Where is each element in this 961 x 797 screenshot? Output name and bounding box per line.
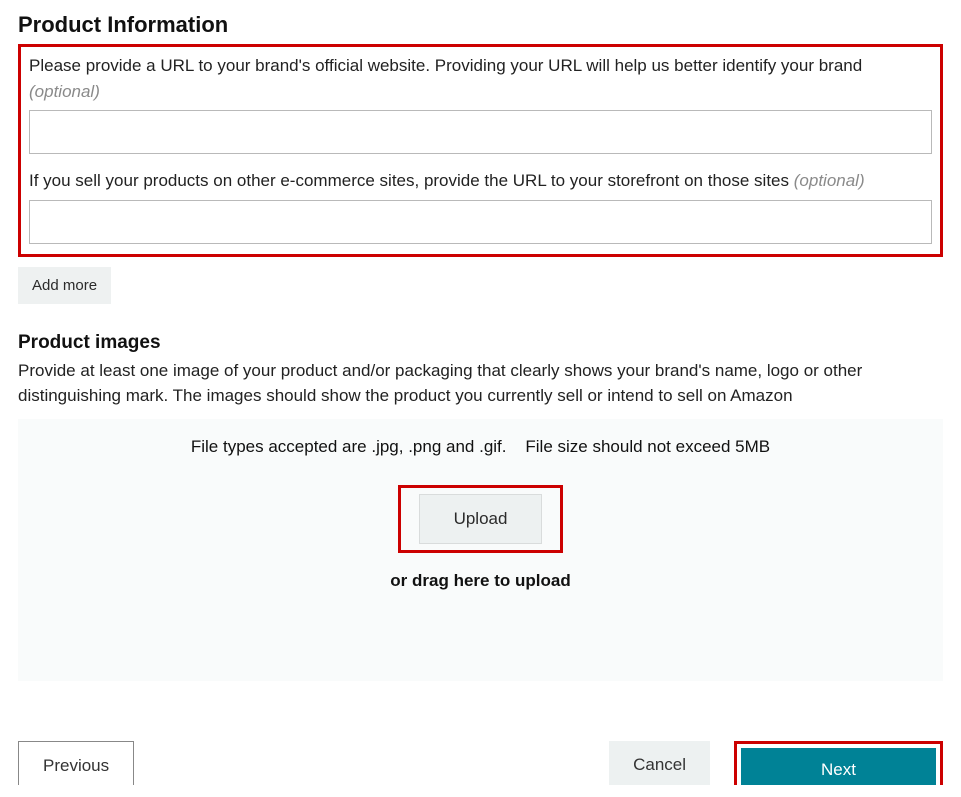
product-images-heading: Product images [18,332,943,354]
add-more-button[interactable]: Add more [18,267,111,304]
storefront-url-label: If you sell your products on other e-com… [29,168,932,194]
brand-url-label-text: Please provide a URL to your brand's off… [29,56,862,75]
storefront-url-input[interactable] [29,200,932,244]
upload-button-highlight: Upload [398,485,564,553]
previous-button[interactable]: Previous [18,741,134,785]
brand-url-input[interactable] [29,110,932,154]
brand-url-label: Please provide a URL to your brand's off… [29,53,932,104]
storefront-url-field-group: If you sell your products on other e-com… [29,168,932,244]
storefront-url-label-text: If you sell your products on other e-com… [29,171,789,190]
drag-hint-text: or drag here to upload [28,571,933,591]
product-images-description: Provide at least one image of your produ… [18,358,943,409]
next-button[interactable]: Next [741,748,936,785]
cancel-button[interactable]: Cancel [609,741,710,785]
brand-url-field-group: Please provide a URL to your brand's off… [29,53,932,154]
product-information-heading: Product Information [18,12,943,38]
upload-dropzone[interactable]: File types accepted are .jpg, .png and .… [18,419,943,681]
upload-button[interactable]: Upload [419,494,543,544]
storefront-url-optional: (optional) [794,171,865,190]
file-type-hint: File types accepted are .jpg, .png and .… [28,437,933,457]
next-button-highlight: Next [734,741,943,785]
brand-url-optional: (optional) [29,82,100,101]
url-fields-highlight: Please provide a URL to your brand's off… [18,44,943,257]
footer-buttons-row: Previous Cancel Next [18,741,943,785]
